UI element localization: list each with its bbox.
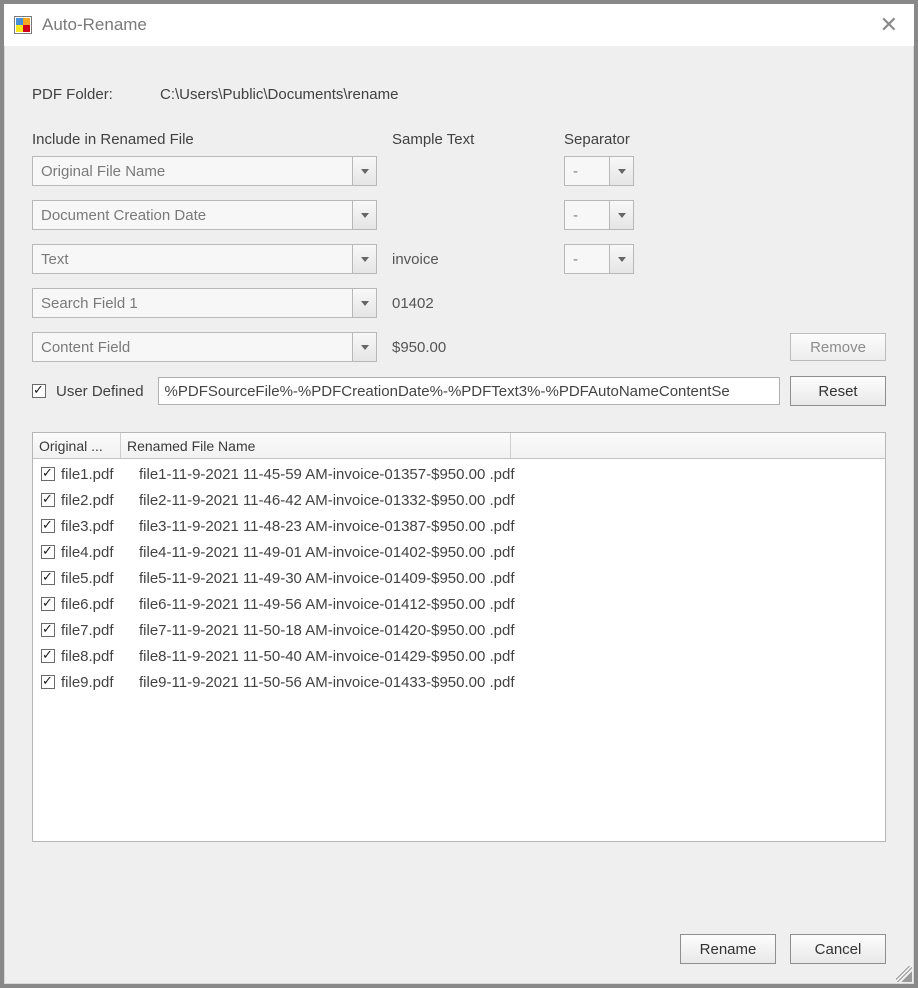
row-checkbox[interactable]: [41, 467, 55, 481]
original-filename: file6.pdf: [61, 596, 133, 613]
app-icon: [14, 16, 32, 34]
renamed-filename: file4-11-9-2021 11-49-01 AM-invoice-0140…: [133, 544, 515, 561]
table-row[interactable]: file9.pdffile9-11-9-2021 11-50-56 AM-inv…: [33, 669, 885, 695]
pdf-folder-row: PDF Folder: C:\Users\Public\Documents\re…: [32, 86, 886, 103]
col-original[interactable]: Original ...: [33, 433, 121, 458]
file-list: Original ... Renamed File Name file1.pdf…: [32, 432, 886, 842]
include-combo-2[interactable]: Text: [32, 244, 377, 274]
chevron-down-icon[interactable]: [352, 245, 376, 273]
header-include: Include in Renamed File: [32, 131, 392, 148]
separator-combo-0[interactable]: -: [564, 156, 634, 186]
original-filename: file1.pdf: [61, 466, 133, 483]
sep-value: -: [573, 163, 578, 180]
original-filename: file4.pdf: [61, 544, 133, 561]
sep-value: -: [573, 251, 578, 268]
table-row[interactable]: file2.pdffile2-11-9-2021 11-46-42 AM-inv…: [33, 487, 885, 513]
chevron-down-icon[interactable]: [609, 157, 633, 185]
original-filename: file2.pdf: [61, 492, 133, 509]
sample-4: $950.00: [392, 339, 564, 356]
original-filename: file8.pdf: [61, 648, 133, 665]
table-row[interactable]: file4.pdffile4-11-9-2021 11-49-01 AM-inv…: [33, 539, 885, 565]
list-header: Original ... Renamed File Name: [33, 433, 885, 459]
include-combo-0[interactable]: Original File Name: [32, 156, 377, 186]
original-filename: file9.pdf: [61, 674, 133, 691]
row-checkbox[interactable]: [41, 675, 55, 689]
table-row[interactable]: file5.pdffile5-11-9-2021 11-49-30 AM-inv…: [33, 565, 885, 591]
include-value: Content Field: [41, 339, 130, 356]
dialog-buttons: Rename Cancel: [680, 934, 886, 964]
sep-value: -: [573, 207, 578, 224]
close-icon[interactable]: ✕: [874, 14, 904, 36]
include-row-1: Document Creation Date -: [32, 200, 886, 230]
include-value: Text: [41, 251, 69, 268]
separator-combo-1[interactable]: -: [564, 200, 634, 230]
renamed-filename: file7-11-9-2021 11-50-18 AM-invoice-0142…: [133, 622, 515, 639]
row-checkbox[interactable]: [41, 493, 55, 507]
rename-button[interactable]: Rename: [680, 934, 776, 964]
renamed-filename: file6-11-9-2021 11-49-56 AM-invoice-0141…: [133, 596, 515, 613]
renamed-filename: file1-11-9-2021 11-45-59 AM-invoice-0135…: [133, 466, 515, 483]
row-checkbox[interactable]: [41, 649, 55, 663]
chevron-down-icon[interactable]: [352, 157, 376, 185]
separator-combo-2[interactable]: -: [564, 244, 634, 274]
include-row-0: Original File Name -: [32, 156, 886, 186]
chevron-down-icon[interactable]: [352, 333, 376, 361]
include-combo-3[interactable]: Search Field 1: [32, 288, 377, 318]
chevron-down-icon[interactable]: [352, 201, 376, 229]
row-checkbox[interactable]: [41, 597, 55, 611]
title-bar: Auto-Rename ✕: [4, 4, 914, 46]
user-defined-label: User Defined: [56, 383, 144, 400]
table-row[interactable]: file7.pdffile7-11-9-2021 11-50-18 AM-inv…: [33, 617, 885, 643]
sample-2: invoice: [392, 251, 564, 268]
header-sample: Sample Text: [392, 131, 564, 148]
row-checkbox[interactable]: [41, 623, 55, 637]
include-value: Search Field 1: [41, 295, 138, 312]
chevron-down-icon[interactable]: [352, 289, 376, 317]
chevron-down-icon[interactable]: [609, 245, 633, 273]
reset-button[interactable]: Reset: [790, 376, 886, 406]
table-row[interactable]: file3.pdffile3-11-9-2021 11-48-23 AM-inv…: [33, 513, 885, 539]
user-defined-input[interactable]: %PDFSourceFile%-%PDFCreationDate%-%PDFTe…: [158, 377, 780, 405]
original-filename: file5.pdf: [61, 570, 133, 587]
window-title: Auto-Rename: [42, 15, 874, 35]
include-combo-1[interactable]: Document Creation Date: [32, 200, 377, 230]
chevron-down-icon[interactable]: [609, 201, 633, 229]
include-row-4: Content Field $950.00 Remove: [32, 332, 886, 362]
renamed-filename: file3-11-9-2021 11-48-23 AM-invoice-0138…: [133, 518, 515, 535]
col-spacer: [511, 433, 885, 458]
remove-button[interactable]: Remove: [790, 333, 886, 361]
renamed-filename: file2-11-9-2021 11-46-42 AM-invoice-0133…: [133, 492, 515, 509]
row-checkbox[interactable]: [41, 545, 55, 559]
original-filename: file3.pdf: [61, 518, 133, 535]
table-row[interactable]: file8.pdffile8-11-9-2021 11-50-40 AM-inv…: [33, 643, 885, 669]
original-filename: file7.pdf: [61, 622, 133, 639]
dialog-window: Auto-Rename ✕ PDF Folder: C:\Users\Publi…: [4, 4, 914, 984]
cancel-button[interactable]: Cancel: [790, 934, 886, 964]
include-value: Original File Name: [41, 163, 165, 180]
user-defined-row: User Defined %PDFSourceFile%-%PDFCreatio…: [32, 376, 886, 406]
include-row-2: Text invoice -: [32, 244, 886, 274]
section-header: Include in Renamed File Sample Text Sepa…: [32, 131, 886, 148]
user-defined-checkbox[interactable]: [32, 384, 46, 398]
include-value: Document Creation Date: [41, 207, 206, 224]
sample-3: 01402: [392, 295, 564, 312]
include-combo-4[interactable]: Content Field: [32, 332, 377, 362]
row-checkbox[interactable]: [41, 571, 55, 585]
table-row[interactable]: file6.pdffile6-11-9-2021 11-49-56 AM-inv…: [33, 591, 885, 617]
col-renamed[interactable]: Renamed File Name: [121, 433, 511, 458]
row-checkbox[interactable]: [41, 519, 55, 533]
header-separator: Separator: [564, 131, 630, 148]
renamed-filename: file8-11-9-2021 11-50-40 AM-invoice-0142…: [133, 648, 515, 665]
table-row[interactable]: file1.pdffile1-11-9-2021 11-45-59 AM-inv…: [33, 461, 885, 487]
pdf-folder-label: PDF Folder:: [32, 86, 160, 103]
include-row-3: Search Field 1 01402: [32, 288, 886, 318]
renamed-filename: file5-11-9-2021 11-49-30 AM-invoice-0140…: [133, 570, 515, 587]
resize-grip-icon[interactable]: [896, 966, 912, 982]
pdf-folder-path: C:\Users\Public\Documents\rename: [160, 86, 398, 103]
renamed-filename: file9-11-9-2021 11-50-56 AM-invoice-0143…: [133, 674, 515, 691]
